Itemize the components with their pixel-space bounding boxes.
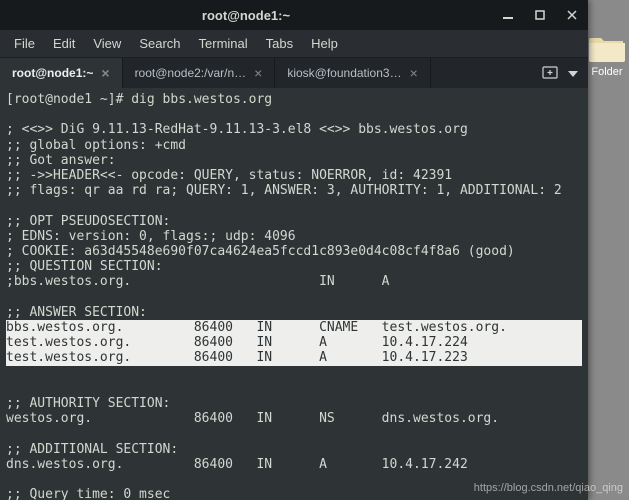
answer-row: test.westos.org. 86400 IN A 10.4.17.224 (6, 335, 582, 350)
tabbar-right (532, 58, 588, 88)
tab-close-icon[interactable]: × (101, 65, 109, 81)
tab-node2[interactable]: root@node2:/var/n… × (123, 58, 276, 88)
minimize-icon (503, 10, 513, 20)
terminal-window: root@node1:~ File Edit View Search Termi… (0, 0, 588, 500)
answer-row: bbs.westos.org. 86400 IN CNAME test.west… (6, 320, 582, 335)
menu-edit[interactable]: Edit (45, 33, 83, 54)
watermark: https://blog.csdn.net/qiao_qing (474, 482, 623, 494)
menubar: File Edit View Search Terminal Tabs Help (0, 30, 588, 58)
new-tab-icon[interactable] (542, 65, 558, 82)
tab-label: root@node2:/var/n… (135, 66, 247, 80)
tab-close-icon[interactable]: × (410, 65, 418, 81)
menu-help[interactable]: Help (303, 33, 346, 54)
shell-prompt: [root@node1 ~]# (6, 92, 131, 107)
maximize-icon (535, 10, 545, 20)
titlebar: root@node1:~ (0, 0, 588, 30)
tab-node1[interactable]: root@node1:~ × (0, 58, 123, 88)
tabbar: root@node1:~ × root@node2:/var/n… × kios… (0, 58, 588, 88)
maximize-button[interactable] (524, 0, 556, 30)
answer-row: test.westos.org. 86400 IN A 10.4.17.223 (6, 350, 582, 365)
close-icon (567, 10, 577, 20)
tabs-dropdown-icon[interactable] (568, 66, 578, 80)
tab-label: kiosk@foundation3… (287, 66, 401, 80)
tab-foundation3[interactable]: kiosk@foundation3… × (275, 58, 430, 88)
menu-terminal[interactable]: Terminal (191, 33, 256, 54)
menu-search[interactable]: Search (131, 33, 188, 54)
window-title: root@node1:~ (0, 8, 492, 23)
folder-icon (589, 34, 625, 62)
menu-file[interactable]: File (6, 33, 43, 54)
menu-tabs[interactable]: Tabs (258, 33, 301, 54)
terminal-output[interactable]: [root@node1 ~]# dig bbs.westos.org ; <<>… (0, 88, 588, 500)
minimize-button[interactable] (492, 0, 524, 30)
folder-label: Folder (591, 66, 622, 78)
tab-close-icon[interactable]: × (254, 65, 262, 81)
menu-view[interactable]: View (85, 33, 129, 54)
tab-label: root@node1:~ (12, 66, 93, 80)
close-button[interactable] (556, 0, 588, 30)
command: dig bbs.westos.org (131, 92, 272, 107)
desktop-folder[interactable]: Folder (587, 34, 627, 78)
